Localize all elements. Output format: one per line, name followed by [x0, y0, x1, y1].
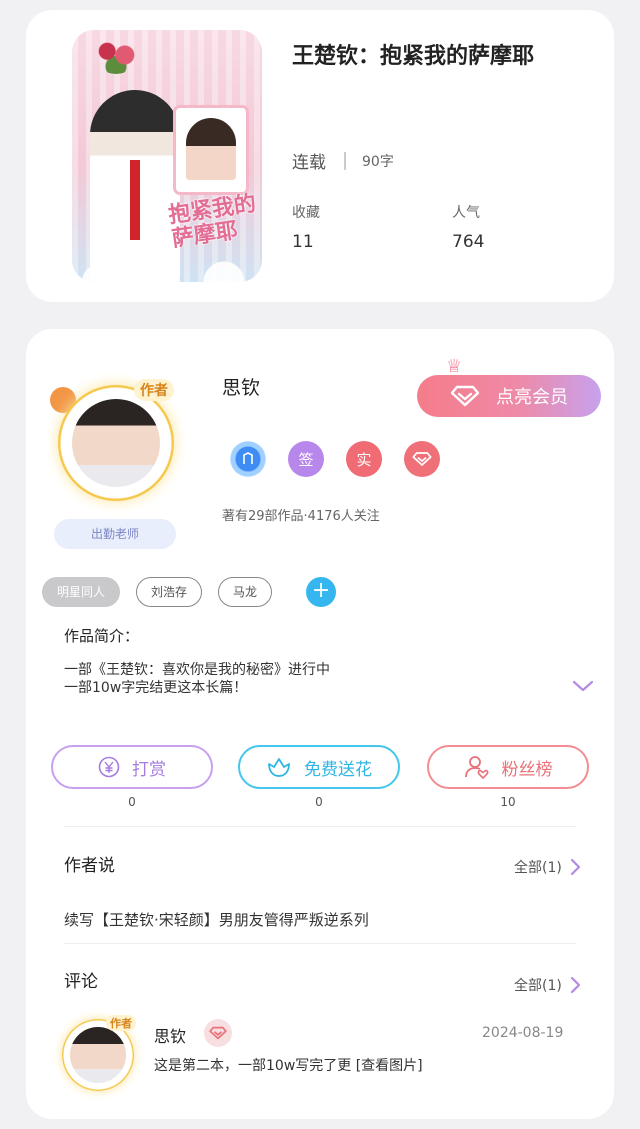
crown-icon: ♕: [446, 356, 463, 377]
avatar-image: [70, 1027, 126, 1083]
comments-all-label: 全部(1): [514, 978, 562, 994]
book-status-row: 连载 90字: [292, 148, 394, 173]
reward-count: 0: [128, 795, 136, 809]
user-heart-icon: [464, 756, 488, 780]
send-flower-label: 免费送花: [304, 759, 372, 780]
avatar-image: [72, 399, 160, 487]
author-says-content[interactable]: 续写【王楚钦·宋轻颜】男朋友管得严叛逆系列: [64, 909, 369, 930]
popularity-count: 764: [452, 232, 485, 252]
diamond-icon: [450, 385, 480, 407]
intro-line: 一部10w字完结更这本长篇！: [64, 680, 248, 696]
medal-icon[interactable]: [230, 441, 266, 477]
book-title: 王楚钦：抱紧我的萨摩耶: [292, 44, 535, 69]
author-tag: 作者: [134, 379, 174, 401]
popularity-stat: 人气 764: [452, 202, 484, 252]
chevron-right-icon: [570, 858, 580, 876]
author-title-badge: 出勤老师: [54, 519, 176, 549]
tag-item[interactable]: 马龙: [218, 577, 273, 607]
intro-title: 作品简介：: [64, 627, 140, 645]
comments-all-link[interactable]: 全部(1): [514, 975, 582, 995]
comments-title: 评论: [64, 972, 98, 992]
word-count: 90字: [362, 153, 394, 170]
favorites-label: 收藏: [292, 205, 320, 221]
author-says-all-link[interactable]: 全部(1): [514, 857, 582, 877]
author-name[interactable]: 思钦: [222, 373, 260, 400]
serial-status: 连载: [292, 153, 326, 173]
author-card: 作者 出勤老师 思钦 ♕ 点亮会员 签 实 著有29部作品·4176人关注 明星…: [26, 329, 614, 1119]
signed-badge[interactable]: 签: [288, 441, 324, 477]
chevron-down-icon[interactable]: [572, 679, 594, 693]
cover-clouds: [72, 252, 262, 282]
favorites-stat: 收藏 11: [292, 202, 320, 252]
tag-item[interactable]: 刘浩存: [136, 577, 203, 607]
vip-diamond-icon: [204, 1019, 232, 1047]
favorites-count: 11: [292, 232, 314, 252]
intro-line: 一部《王楚钦：喜欢你是我的秘密》进行中: [64, 662, 330, 678]
reward-label: 打赏: [132, 759, 166, 780]
tag-item[interactable]: 明星同人: [42, 577, 121, 607]
add-tag-button[interactable]: +: [306, 577, 337, 607]
book-cover-image[interactable]: 抱紧我的萨摩耶: [72, 30, 262, 282]
author-badges: 签 实: [230, 441, 440, 477]
tag-list: 明星同人 刘浩存 马龙 +: [42, 577, 337, 607]
cover-flower-bouquet: [94, 36, 138, 74]
fan-ranking-label: 粉丝榜: [501, 759, 553, 780]
flower-icon: [268, 758, 290, 777]
vip-button[interactable]: 点亮会员: [417, 375, 601, 417]
popularity-label: 人气: [452, 205, 480, 221]
author-avatar[interactable]: 作者: [50, 373, 190, 513]
cover-photo-frame: [176, 108, 246, 192]
vip-button-label: 点亮会员: [496, 387, 568, 408]
fan-ranking-button[interactable]: 粉丝榜: [427, 745, 589, 789]
fans-count: 10: [500, 795, 516, 809]
comment-date: 2024-08-19: [482, 1025, 564, 1041]
divider: [64, 943, 576, 944]
divider: [344, 151, 346, 170]
flower-count: 0: [315, 795, 323, 809]
commenter-avatar[interactable]: 作者: [58, 1013, 140, 1095]
yen-icon: [98, 756, 120, 778]
author-says-title: 作者说: [64, 856, 115, 876]
vip-diamond-badge[interactable]: [404, 441, 440, 477]
author-says-all-label: 全部(1): [514, 860, 562, 876]
reward-button[interactable]: 打赏: [51, 745, 213, 789]
divider: [64, 826, 576, 827]
verified-badge[interactable]: 实: [346, 441, 382, 477]
author-stats: 著有29部作品·4176人关注: [222, 509, 380, 524]
comment-text[interactable]: 这是第二本，一部10w写完了更 [查看图片]: [154, 1055, 423, 1075]
book-info-card: 抱紧我的萨摩耶 王楚钦：抱紧我的萨摩耶 连载 90字 收藏 11 人气 764: [26, 10, 614, 302]
author-tag: 作者: [106, 1015, 136, 1031]
commenter-name[interactable]: 思钦: [154, 1023, 186, 1047]
chevron-right-icon: [570, 976, 580, 994]
send-flower-button[interactable]: 免费送花: [238, 745, 400, 789]
